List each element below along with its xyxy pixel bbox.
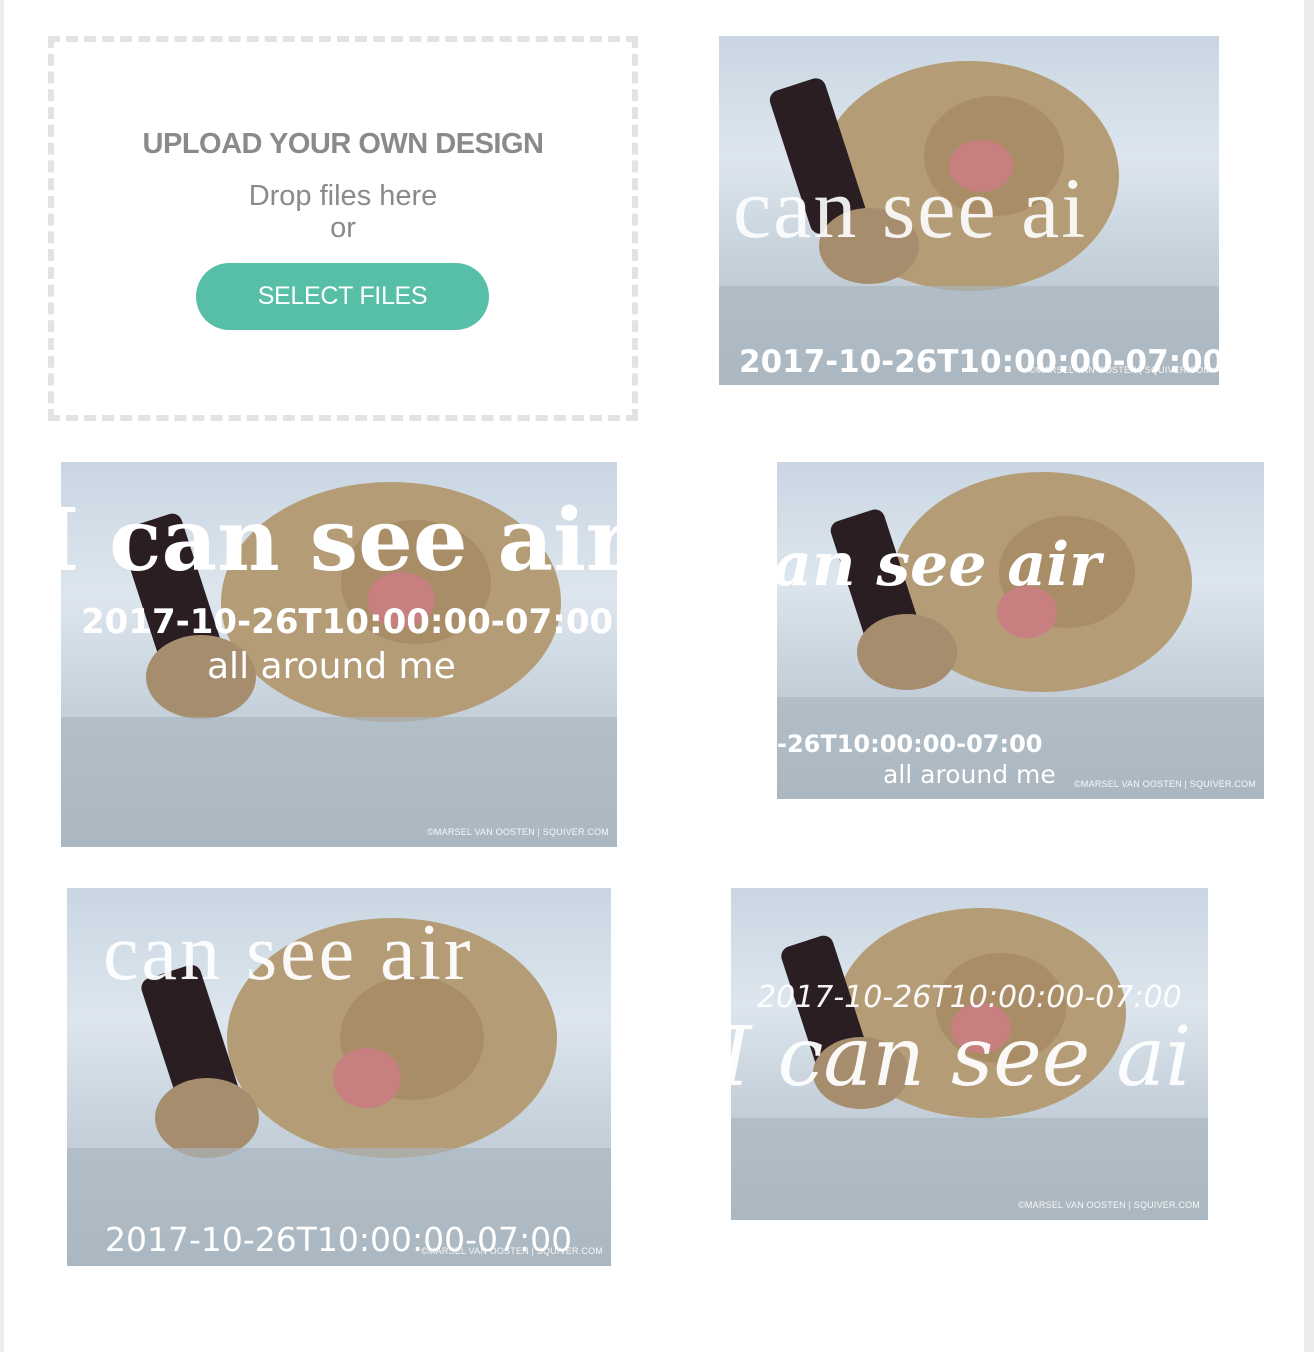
design-headline: can see ai	[733, 160, 1088, 256]
design-subtext: all around me	[207, 646, 456, 687]
design-thumbnail[interactable]: can see air 2017-10-26T10:00:00-07:00 ©M…	[67, 888, 611, 1266]
design-thumbnail[interactable]: 2017-10-26T10:00:00-07:00 I can see ai ©…	[731, 888, 1208, 1220]
design-thumbnail[interactable]: an see air -26T10:00:00-07:00 all around…	[777, 462, 1264, 799]
page: UPLOAD YOUR OWN DESIGN Drop files here o…	[4, 0, 1304, 1352]
photo-credit: ©MARSEL VAN OOSTEN | SQUIVER.COM	[1074, 779, 1256, 789]
photo-credit: ©MARSEL VAN OOSTEN | SQUIVER.COM	[421, 1246, 603, 1256]
design-headline: an see air	[777, 530, 1101, 600]
drop-files-text: Drop files here	[248, 180, 438, 212]
or-text: or	[330, 212, 356, 244]
drop-instructions: Drop files here or	[54, 180, 632, 244]
upload-dropzone[interactable]: UPLOAD YOUR OWN DESIGN Drop files here o…	[48, 36, 638, 421]
design-subtext: all around me	[883, 760, 1056, 789]
design-headline: I can see air	[61, 490, 617, 591]
design-date: 2017-10-26T10:00:00-07:00	[81, 602, 614, 642]
design-headline: can see air	[103, 909, 474, 997]
select-files-button[interactable]: SELECT FILES	[196, 263, 489, 330]
photo-credit: ©MARSEL VAN OOSTEN | SQUIVER.COM	[427, 827, 609, 837]
photo-credit: ©MARSEL VAN OOSTEN | SQUIVER.COM	[1018, 1200, 1200, 1210]
design-date: -26T10:00:00-07:00	[777, 730, 1043, 758]
design-thumbnail[interactable]: can see ai 2017-10-26T10:00:00-07:00 ©MA…	[719, 36, 1219, 385]
upload-title: UPLOAD YOUR OWN DESIGN	[142, 128, 544, 160]
design-thumbnail[interactable]: I can see air 2017-10-26T10:00:00-07:00 …	[61, 462, 617, 847]
design-headline: I can see ai	[731, 1010, 1192, 1105]
photo-credit: ©MARSEL VAN OOSTEN | SQUIVER.COM	[1029, 365, 1211, 375]
